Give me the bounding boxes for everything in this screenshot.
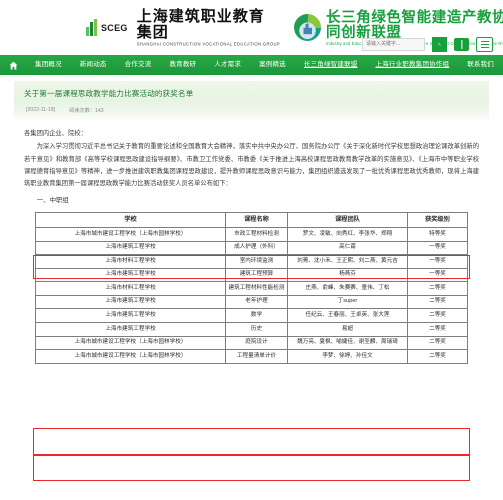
publications-icon[interactable] bbox=[454, 38, 469, 51]
table-header-row: 学校 课程名称 课程团队 获奖级别 bbox=[35, 211, 468, 229]
page-title: 关于第一届课程思政教学能力比赛活动的获奖名单 bbox=[24, 89, 194, 98]
cell-course: 历史 bbox=[225, 322, 288, 337]
cell-team: 任纪云、王春丽、王卓英、张大莲 bbox=[287, 308, 408, 323]
nav-item-2[interactable]: 合作交流 bbox=[116, 55, 161, 75]
nav-item-3[interactable]: 教育教研 bbox=[160, 55, 205, 75]
cell-course: 市政工程材料检测 bbox=[225, 227, 288, 242]
paragraph-1: 为深入学习贯彻习近平总书记关于教育的重要论述和全国教育大会精神，落实中共中央办公… bbox=[24, 143, 479, 188]
cell-course: 工程量清单计价 bbox=[225, 349, 288, 364]
highlight-box-row10 bbox=[33, 455, 470, 481]
cell-course: 建筑工程材料性能检测 bbox=[225, 281, 288, 296]
menu-list-icon[interactable] bbox=[476, 37, 493, 52]
cell-school: 上海市建筑工程学校 bbox=[35, 322, 226, 337]
view-count: 阅读次数：143 bbox=[69, 108, 104, 114]
awards-table-body: 上海市城市建设工程学校（上海市园林学校） 市政工程材料检测 罗文、凌敏、向秀红、李张… bbox=[35, 227, 468, 364]
table-row: 上海市建筑工程学校 老年护理 丁super 二等奖 bbox=[35, 294, 468, 310]
cell-course: 室内环境监测 bbox=[225, 254, 288, 269]
article-meta: [2022-11-18] 阅读次数：143 bbox=[14, 101, 489, 122]
nav-item-8[interactable]: 联系我们 bbox=[458, 55, 503, 75]
article-title-band: 关于第一届课程思政教学能力比赛活动的获奖名单 bbox=[14, 81, 489, 101]
cell-level: 二等奖 bbox=[407, 294, 468, 310]
cell-level: 特等奖 bbox=[407, 227, 468, 242]
table-row: 上海市城市建设工程学校（上海市园林学校） 工程量清单计价 李梦、徐婷、孙佳文 二等奖 bbox=[35, 349, 468, 364]
search-icon bbox=[438, 43, 441, 46]
table-row: 上海市城市建设工程学校（上海市园林学校） 市政工程材料检测 罗文、凌敏、向秀红、李张… bbox=[35, 227, 468, 242]
table-row: 上海市建筑工程学校 建筑工程预算 杨燕芬 一等奖 bbox=[35, 267, 468, 283]
cell-team: 易超 bbox=[287, 322, 408, 337]
brand-name-cn: 上海建筑职业教育集团 bbox=[136, 7, 265, 41]
search-input[interactable] bbox=[362, 38, 425, 51]
cell-school: 上海市材料工程学校 bbox=[35, 281, 226, 296]
col-header-course: 课程名称 bbox=[225, 211, 288, 229]
home-icon bbox=[9, 61, 17, 69]
col-header-level: 获奖级别 bbox=[407, 211, 468, 229]
cell-level: 二等奖 bbox=[407, 308, 468, 323]
cell-team: 杨燕芬 bbox=[287, 267, 408, 283]
main-nav: 集团概况 新闻动态 合作交流 教育教研 人才需求 案例精选 长三角绿智建联盟 上… bbox=[0, 55, 503, 75]
cell-level: 二等奖 bbox=[407, 349, 468, 364]
nav-item-0[interactable]: 集团概况 bbox=[26, 55, 71, 75]
cell-course: 建筑工程预算 bbox=[225, 267, 288, 283]
cell-school: 上海市城市建设工程学校（上海市园林学校） bbox=[35, 227, 226, 242]
cell-team: 李梦、徐婷、孙佳文 bbox=[287, 349, 408, 364]
article-body: 各集团内企业、院校： 为深入学习贯彻习近平总书记关于教育的重要论述和全国教育大会… bbox=[14, 122, 489, 208]
cell-team: 高仁甫 bbox=[287, 240, 408, 256]
section-heading-1: 一、中职组 bbox=[36, 197, 69, 205]
cell-school: 上海市城市建设工程学校（上海市园林学校） bbox=[35, 335, 226, 351]
table-row: 上海市材料工程学校 室内环境监测 刘菁、沈小禾、王正熙、刘二燕、黄元吉 一等奖 bbox=[35, 254, 468, 269]
page-root: SCEG 上海建筑职业教育集团 SHANGHAI CONSTRUCTION VO… bbox=[0, 0, 503, 500]
publish-date: [2022-11-18] bbox=[26, 107, 56, 113]
cell-school: 上海市建筑工程学校 bbox=[35, 240, 226, 256]
alliance-name-cn: 长三角绿色智能建造产教协同创新联盟 bbox=[326, 8, 503, 41]
highlight-box-row9 bbox=[33, 428, 470, 455]
header-tools bbox=[362, 37, 493, 52]
cell-level: 一等奖 bbox=[407, 267, 468, 283]
cell-course: 老年护理 bbox=[225, 294, 288, 310]
cell-course: 庭院设计 bbox=[225, 335, 288, 351]
nav-item-7[interactable]: 上海行业职教集团协作组 bbox=[366, 55, 458, 75]
table-row: 上海市材料工程学校 建筑工程材料性能检测 庄燕、俞峰、朱赛赛、童伟、丁松 二等奖 bbox=[35, 281, 468, 296]
site-header: SCEG 上海建筑职业教育集团 SHANGHAI CONSTRUCTION VO… bbox=[0, 0, 503, 55]
cell-school: 上海市建筑工程学校 bbox=[35, 308, 226, 323]
cell-level: 二等奖 bbox=[407, 322, 468, 337]
cell-team: 丁super bbox=[287, 294, 408, 310]
cell-school: 上海市建筑工程学校 bbox=[35, 267, 226, 283]
salutation: 各集团内企业、院校： bbox=[24, 130, 87, 137]
nav-item-6[interactable]: 长三角绿智建联盟 bbox=[295, 55, 367, 75]
cell-team: 庄燕、俞峰、朱赛赛、童伟、丁松 bbox=[287, 281, 408, 296]
nav-item-1[interactable]: 新闻动态 bbox=[71, 55, 116, 75]
cell-team: 罗文、凌敏、向秀红、李张华、郑翔 bbox=[287, 227, 408, 242]
table-row: 上海市城市建设工程学校（上海市园林学校） 庭院设计 魏万亮、夏枫、喻婕佳、谢圣麟、周… bbox=[35, 335, 468, 351]
col-header-team: 课程团队 bbox=[287, 211, 408, 229]
table-row: 上海市建筑工程学校 数学 任纪云、王春丽、王卓英、张大莲 二等奖 bbox=[35, 308, 468, 323]
awards-table: 学校 课程名称 课程团队 获奖级别 上海市城市建设工程学校（上海市园林学校） 市政… bbox=[35, 211, 468, 364]
cell-school: 上海市建筑工程学校 bbox=[35, 294, 226, 310]
brand-name-en: SHANGHAI CONSTRUCTION VOCATIONAL EDUCATI… bbox=[136, 40, 281, 47]
search-button[interactable] bbox=[432, 37, 447, 52]
cell-school: 上海市材料工程学校 bbox=[35, 254, 226, 269]
nav-item-5[interactable]: 案例精选 bbox=[250, 55, 295, 75]
cell-school: 上海市城市建设工程学校（上海市园林学校） bbox=[35, 349, 226, 364]
cell-level: 一等奖 bbox=[407, 254, 468, 269]
cell-team: 魏万亮、夏枫、喻婕佳、谢圣麟、周瑞琦 bbox=[287, 335, 408, 351]
sceg-bars-icon bbox=[86, 19, 97, 36]
nav-item-4[interactable]: 人才需求 bbox=[205, 55, 250, 75]
table-row: 上海市建筑工程学校 历史 易超 二等奖 bbox=[35, 322, 468, 337]
cell-level: 一等奖 bbox=[407, 240, 468, 256]
table-row: 上海市建筑工程学校 成人护理（外科） 高仁甫 一等奖 bbox=[35, 240, 468, 256]
article: 关于第一届课程思政教学能力比赛活动的获奖名单 [2022-11-18] 阅读次数… bbox=[0, 81, 503, 364]
col-header-school: 学校 bbox=[35, 211, 226, 229]
nav-home-link[interactable] bbox=[0, 61, 26, 70]
cell-course: 成人护理（外科） bbox=[225, 240, 288, 256]
globe-icon bbox=[294, 14, 322, 41]
cell-level: 二等奖 bbox=[407, 281, 468, 296]
cell-level: 二等奖 bbox=[407, 335, 468, 351]
cell-course: 数学 bbox=[225, 308, 288, 323]
sceg-logo[interactable]: SCEG 上海建筑职业教育集团 SHANGHAI CONSTRUCTION VO… bbox=[86, 7, 281, 47]
sceg-abbr: SCEG bbox=[101, 22, 128, 33]
cell-team: 刘菁、沈小禾、王正熙、刘二燕、黄元吉 bbox=[287, 254, 408, 269]
